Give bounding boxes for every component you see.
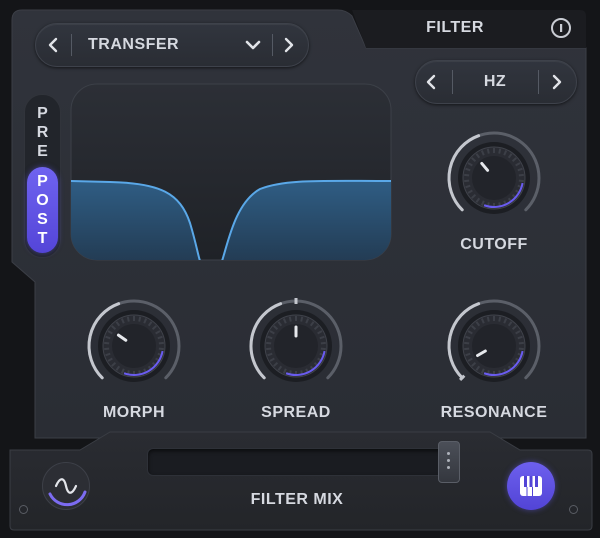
- info-button[interactable]: [551, 18, 571, 38]
- info-icon: [560, 24, 563, 32]
- screw: [569, 505, 578, 514]
- post-letter: O: [36, 192, 49, 209]
- post-letter: P: [37, 173, 48, 190]
- filter-mix-slider-handle[interactable]: [438, 441, 460, 483]
- keyboard-tracking-button[interactable]: [507, 462, 555, 510]
- preset-selector: TRANSFER: [35, 23, 309, 67]
- chevron-right-icon: [552, 74, 562, 90]
- piano-keys-icon: [520, 476, 542, 496]
- post-letter: S: [37, 211, 48, 228]
- filter-response-display: [70, 83, 392, 261]
- morph-knob[interactable]: [86, 298, 182, 399]
- preset-next-button[interactable]: [278, 32, 300, 58]
- pre-letter: R: [36, 123, 49, 141]
- chevron-right-icon: [284, 37, 294, 53]
- divider: [71, 34, 72, 56]
- lfo-ring: [48, 490, 87, 507]
- unit-selector: HZ: [415, 60, 577, 104]
- preset-name[interactable]: TRANSFER: [88, 36, 179, 54]
- resonance-knob[interactable]: [446, 298, 542, 399]
- pre-button[interactable]: PRE: [25, 99, 60, 165]
- cutoff-knob[interactable]: [446, 130, 542, 231]
- unit-value: HZ: [483, 73, 507, 90]
- resonance-label: RESONANCE: [440, 404, 548, 421]
- pre-post-toggle: PRE POST: [24, 94, 61, 258]
- filter-mix-slider-track[interactable]: [147, 448, 459, 476]
- unit-prev-button[interactable]: [420, 69, 442, 95]
- chevron-left-icon: [48, 37, 58, 53]
- filter-module: FILTER TRANSFER HZ PRE POST CUTOFF MORPH…: [0, 0, 600, 538]
- divider: [272, 34, 273, 56]
- screw: [19, 505, 28, 514]
- preset-dropdown-button[interactable]: [241, 34, 265, 56]
- divider: [452, 70, 453, 94]
- chevron-left-icon: [426, 74, 436, 90]
- lfo-button[interactable]: [42, 462, 90, 510]
- pre-letter: E: [37, 142, 48, 160]
- pre-letter: P: [37, 104, 48, 122]
- post-letter: T: [37, 230, 48, 247]
- preset-prev-button[interactable]: [42, 32, 64, 58]
- chevron-down-icon: [245, 40, 261, 50]
- divider: [538, 70, 539, 94]
- spread-knob[interactable]: [248, 298, 344, 399]
- module-title: FILTER: [426, 19, 484, 36]
- post-button[interactable]: POST: [27, 167, 58, 253]
- unit-next-button[interactable]: [546, 69, 568, 95]
- filter-mix-label: FILTER MIX: [250, 491, 344, 508]
- cutoff-label: CUTOFF: [460, 236, 528, 253]
- morph-label: MORPH: [102, 404, 166, 421]
- spread-label: SPREAD: [261, 404, 331, 421]
